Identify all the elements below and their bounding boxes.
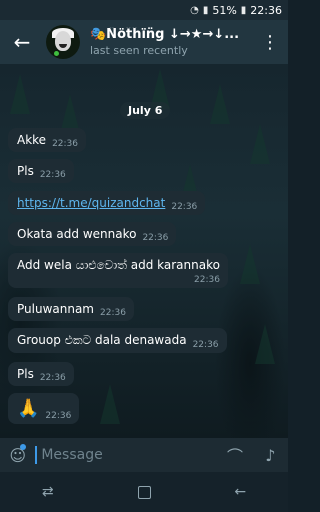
message-bubble[interactable]: Grouop එකට dala denawada 22:36 — [8, 328, 227, 353]
message-time: 22:36 — [192, 340, 219, 350]
message-time: 22:36 — [39, 170, 66, 180]
battery-level: 51% — [212, 3, 237, 17]
message-time: 22:36 — [100, 308, 126, 318]
message-text: Okata add wennako — [17, 227, 137, 241]
message-bubble[interactable]: Pls 22:36 — [8, 362, 74, 386]
message-text: Pls — [17, 164, 34, 178]
message-time: 22:36 — [39, 373, 66, 383]
chat-header: ← 🎭N̈öẗḧïn̈g ↓→★→↓... last seen recently… — [0, 20, 288, 64]
avatar[interactable] — [46, 25, 80, 59]
message-bubble[interactable]: Okata add wennako 22:36 — [8, 222, 177, 246]
microphone-icon[interactable]: ♪ — [253, 446, 288, 465]
message-time: 22:36 — [142, 233, 169, 243]
date-separator: July 6 — [120, 102, 171, 119]
message-bubble[interactable]: https://t.me/quizandchat 22:36 — [8, 191, 206, 215]
message-text: Pls — [17, 367, 34, 381]
chat-area[interactable]: July 6 Akke 22:36 Pls 22:36 https://t.me… — [0, 64, 288, 438]
clock: 22:36 — [250, 3, 282, 17]
message-link[interactable]: https://t.me/quizandchat — [17, 196, 165, 210]
system-nav-bar: ⇄ ← — [0, 472, 288, 512]
message-bubble[interactable]: Puluwannam 22:36 — [8, 297, 134, 321]
message-time: 22:36 — [171, 202, 198, 212]
message-time: 22:36 — [52, 139, 78, 149]
sticker-icon[interactable]: ☺ — [0, 443, 35, 465]
message-text: Add wela යාළුවොත් add karannako — [17, 258, 220, 272]
message-time: 22:36 — [194, 275, 220, 285]
attach-icon[interactable]: ⌒ — [217, 443, 252, 467]
home-icon[interactable] — [137, 485, 151, 499]
more-menu-icon[interactable]: ⋮ — [252, 20, 288, 64]
message-bubble[interactable]: Akke 22:36 — [8, 128, 86, 152]
message-bubble[interactable]: Add wela යාළුවොත් add karannako 22:36 — [8, 253, 228, 288]
message-composer: ☺ ⌒ ♪ — [0, 438, 288, 472]
status-bar: ◔ ▮ 51% ▮ 22:36 — [0, 0, 288, 20]
praying-hands-emoji: 🙏 — [17, 398, 40, 419]
back-arrow-icon[interactable]: ← — [0, 20, 44, 64]
chat-title-area[interactable]: 🎭N̈öẗḧïn̈g ↓→★→↓... last seen recently — [90, 27, 252, 57]
chat-title: 🎭N̈öẗḧïn̈g ↓→★→↓... — [90, 27, 240, 42]
signal-icon: ▮ — [202, 4, 209, 16]
message-bubble[interactable]: Pls 22:36 — [8, 159, 74, 183]
message-time: 22:36 — [45, 411, 72, 421]
message-input[interactable] — [35, 446, 218, 464]
message-text: Grouop එකට dala denawada — [17, 333, 187, 347]
system-back-icon[interactable]: ← — [234, 484, 246, 500]
message-text: Puluwannam — [17, 302, 94, 316]
wifi-icon: ◔ — [190, 4, 199, 16]
message-bubble[interactable]: 🙏 22:36 — [8, 393, 80, 424]
battery-icon: ▮ — [240, 4, 247, 16]
last-seen-status: last seen recently — [90, 44, 188, 57]
recent-apps-icon[interactable]: ⇄ — [42, 484, 54, 500]
message-text: Akke — [17, 133, 47, 147]
